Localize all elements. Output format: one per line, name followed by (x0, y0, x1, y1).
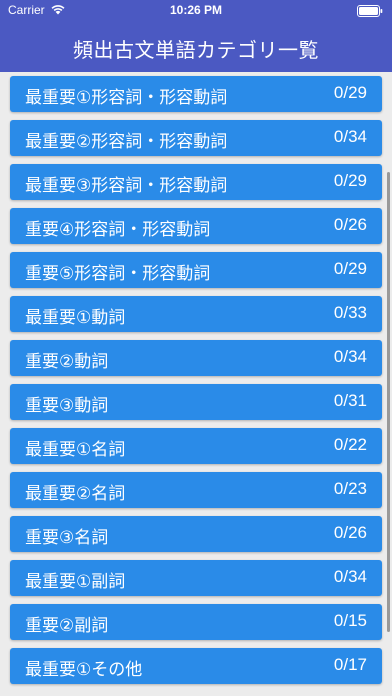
category-label: 重要③名詞 (25, 528, 109, 548)
category-row[interactable]: 最重要①副詞 0/34 (10, 560, 382, 596)
progress-count: 0/34 (333, 127, 367, 146)
scrollbar[interactable] (387, 172, 390, 632)
category-label: 重要②動詞 (25, 352, 109, 372)
category-row[interactable]: 最重要①形容詞・形容動詞 0/29 (10, 76, 382, 112)
category-label: 最重要①形容詞・形容動詞 (25, 88, 228, 108)
category-row[interactable]: 重要②動詞 0/34 (10, 340, 382, 376)
category-row[interactable]: 重要④形容詞・形容動詞 0/26 (10, 208, 382, 244)
progress-count: 0/26 (333, 215, 367, 234)
category-label: 重要③動詞 (25, 396, 109, 416)
progress-count: 0/29 (333, 171, 367, 190)
clock: 10:26 PM (169, 3, 223, 17)
progress-count: 0/34 (333, 347, 367, 366)
battery-icon (357, 5, 383, 17)
progress-count: 0/29 (333, 259, 367, 278)
category-label: 重要②副詞 (25, 616, 109, 636)
category-row[interactable]: 最重要②形容詞・形容動詞 0/34 (10, 120, 382, 156)
category-label: 重要⑤形容詞・形容動詞 (25, 264, 211, 284)
progress-count: 0/22 (333, 435, 367, 454)
category-label: 最重要②形容詞・形容動詞 (25, 132, 228, 152)
progress-count: 0/33 (333, 303, 367, 322)
nav-header: Carrier 10:26 PM 頻出古文単語カテゴリ一覧 (0, 0, 392, 72)
progress-count: 0/23 (333, 479, 367, 498)
progress-count: 0/34 (333, 567, 367, 586)
category-row[interactable]: 最重要①その他 0/17 (10, 648, 382, 684)
category-row[interactable]: 重要⑤形容詞・形容動詞 0/29 (10, 252, 382, 288)
category-list[interactable]: 最重要①形容詞・形容動詞 0/29 最重要②形容詞・形容動詞 0/34 最重要③… (0, 72, 392, 696)
category-row[interactable]: 重要②副詞 0/15 (10, 604, 382, 640)
status-bar: Carrier 10:26 PM (0, 0, 392, 22)
page-title: 頻出古文単語カテゴリ一覧 (73, 38, 319, 62)
category-row[interactable]: 重要③動詞 0/31 (10, 384, 382, 420)
category-row[interactable]: 最重要③形容詞・形容動詞 0/29 (10, 164, 382, 200)
category-label: 最重要①その他 (25, 660, 143, 680)
category-row[interactable]: 重要③名詞 0/26 (10, 516, 382, 552)
category-row[interactable]: 最重要①動詞 0/33 (10, 296, 382, 332)
category-label: 重要④形容詞・形容動詞 (25, 220, 211, 240)
progress-count: 0/17 (333, 655, 367, 674)
category-row[interactable]: 最重要②名詞 0/23 (10, 472, 382, 508)
progress-count: 0/31 (333, 391, 367, 410)
category-label: 最重要①動詞 (25, 308, 126, 328)
category-label: 最重要③形容詞・形容動詞 (25, 176, 228, 196)
category-row[interactable]: 最重要①名詞 0/22 (10, 428, 382, 464)
category-label: 最重要①名詞 (25, 440, 126, 460)
category-label: 最重要①副詞 (25, 572, 126, 592)
progress-count: 0/29 (333, 83, 367, 102)
category-label: 最重要②名詞 (25, 484, 126, 504)
progress-count: 0/15 (333, 611, 367, 630)
progress-count: 0/26 (333, 523, 367, 542)
